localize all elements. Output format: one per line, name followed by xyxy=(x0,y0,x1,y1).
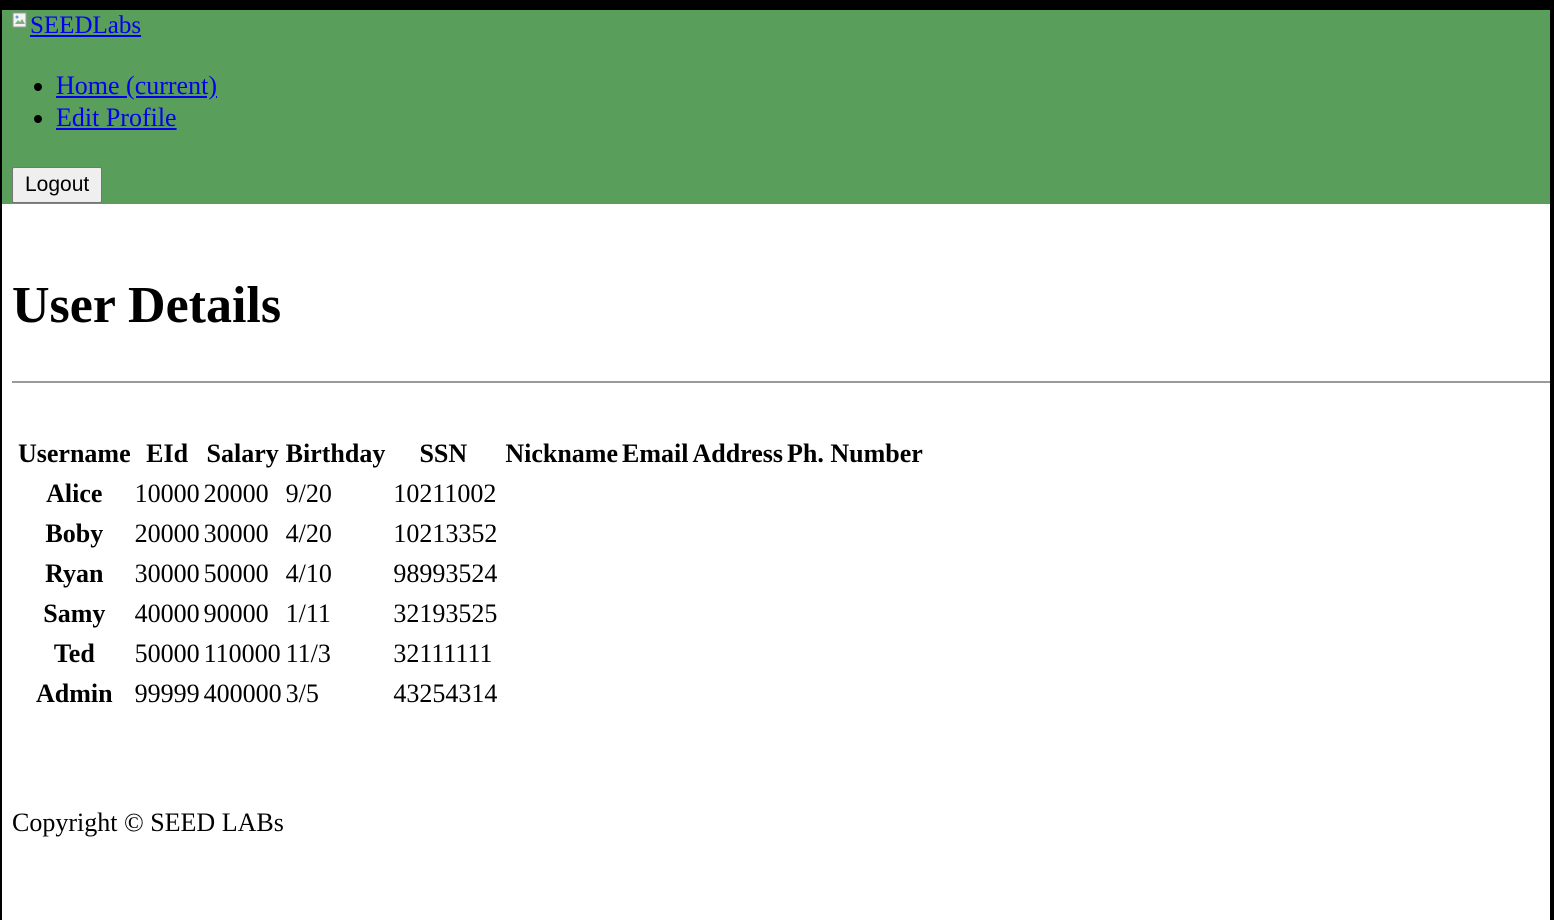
nav-item-home: Home (current) xyxy=(56,70,217,102)
cell-salary: 110000 xyxy=(203,639,281,668)
table-header-row: Username EId Salary Birthday SSN Nicknam… xyxy=(18,434,923,474)
cell-ssn: 10213352 xyxy=(393,519,498,548)
brand-link[interactable]: SEEDLabs xyxy=(12,12,141,40)
table-row: Admin 99999 400000 3/5 43254314 xyxy=(18,674,923,714)
page-title: User Details xyxy=(12,277,282,334)
cell-email xyxy=(622,634,688,674)
cell-eid: 99999 xyxy=(134,679,200,708)
cell-eid: 30000 xyxy=(134,559,200,588)
cell-salary: 20000 xyxy=(203,479,269,508)
cell-email xyxy=(622,594,688,634)
window-right-edge xyxy=(1550,0,1554,920)
cell-email xyxy=(622,674,688,714)
cell-phone xyxy=(787,594,923,634)
cell-nickname xyxy=(501,674,618,714)
navbar: SEEDLabs Home (current) Edit Profile Log… xyxy=(2,10,1550,204)
cell-email xyxy=(622,474,688,514)
cell-birthday: 4/20 xyxy=(285,519,332,548)
logout-button[interactable]: Logout xyxy=(12,167,103,203)
cell-username: Ryan xyxy=(45,559,104,588)
cell-username: Samy xyxy=(43,599,106,628)
nav-item-edit-profile: Edit Profile xyxy=(56,102,217,134)
cell-eid: 50000 xyxy=(134,639,200,668)
cell-eid: 20000 xyxy=(134,519,200,548)
cell-username: Ted xyxy=(53,639,95,668)
window-top-edge xyxy=(0,0,1554,10)
column-header-birthday: Birthday xyxy=(285,439,386,468)
cell-salary: 50000 xyxy=(203,559,269,588)
cell-username: Admin xyxy=(36,679,113,708)
cell-birthday: 11/3 xyxy=(285,639,331,668)
cell-address xyxy=(692,674,783,714)
column-header-username: Username xyxy=(18,439,131,468)
cell-ssn: 43254314 xyxy=(393,679,498,708)
cell-salary: 90000 xyxy=(203,599,269,628)
column-header-address: Address xyxy=(692,439,783,468)
divider xyxy=(12,381,1550,383)
broken-image-icon xyxy=(12,12,28,28)
cell-ssn: 10211002 xyxy=(393,479,497,508)
column-header-email: Email xyxy=(622,439,689,468)
cell-phone xyxy=(787,474,923,514)
nav-menu: Home (current) Edit Profile xyxy=(2,70,217,134)
cell-address xyxy=(692,474,783,514)
cell-phone xyxy=(787,514,923,554)
cell-ssn: 32193525 xyxy=(393,599,498,628)
column-header-eid: EId xyxy=(146,439,189,468)
cell-eid: 40000 xyxy=(134,599,200,628)
table-row: Boby 20000 30000 4/20 10213352 xyxy=(18,514,923,554)
cell-email xyxy=(622,554,688,594)
cell-birthday: 9/20 xyxy=(285,479,332,508)
cell-email xyxy=(622,514,688,554)
cell-birthday: 1/11 xyxy=(285,599,331,628)
cell-birthday: 3/5 xyxy=(285,679,319,708)
page-viewport: SEEDLabs Home (current) Edit Profile Log… xyxy=(2,10,1550,920)
column-header-phone: Ph. Number xyxy=(787,439,923,468)
cell-nickname xyxy=(501,474,618,514)
cell-username: Boby xyxy=(45,519,104,548)
table-row: Samy 40000 90000 1/11 32193525 xyxy=(18,594,923,634)
home-link[interactable]: Home (current) xyxy=(56,71,217,100)
cell-username: Alice xyxy=(46,479,103,508)
cell-ssn: 98993524 xyxy=(393,559,498,588)
cell-phone xyxy=(787,674,923,714)
table-row: Alice 10000 20000 9/20 10211002 xyxy=(18,474,923,514)
cell-eid: 10000 xyxy=(134,479,200,508)
cell-nickname xyxy=(501,634,618,674)
cell-nickname xyxy=(501,554,618,594)
column-header-nickname: Nickname xyxy=(505,439,618,468)
cell-phone xyxy=(787,634,923,674)
column-header-ssn: SSN xyxy=(419,439,468,468)
cell-salary: 400000 xyxy=(203,679,282,708)
cell-phone xyxy=(787,554,923,594)
cell-address xyxy=(692,634,783,674)
cell-address xyxy=(692,514,783,554)
user-details-table: Username EId Salary Birthday SSN Nicknam… xyxy=(14,434,927,714)
cell-nickname xyxy=(501,514,618,554)
cell-birthday: 4/10 xyxy=(285,559,332,588)
cell-address xyxy=(692,554,783,594)
footer-copyright: Copyright © SEED LABs xyxy=(12,808,284,837)
column-header-salary: Salary xyxy=(206,439,279,468)
cell-salary: 30000 xyxy=(203,519,269,548)
table-row: Ted 50000 110000 11/3 32111111 xyxy=(18,634,923,674)
brand-label: SEEDLabs xyxy=(30,12,142,39)
cell-nickname xyxy=(501,594,618,634)
cell-ssn: 32111111 xyxy=(393,639,493,668)
edit-profile-link[interactable]: Edit Profile xyxy=(56,103,177,132)
cell-address xyxy=(692,594,783,634)
table-row: Ryan 30000 50000 4/10 98993524 xyxy=(18,554,923,594)
